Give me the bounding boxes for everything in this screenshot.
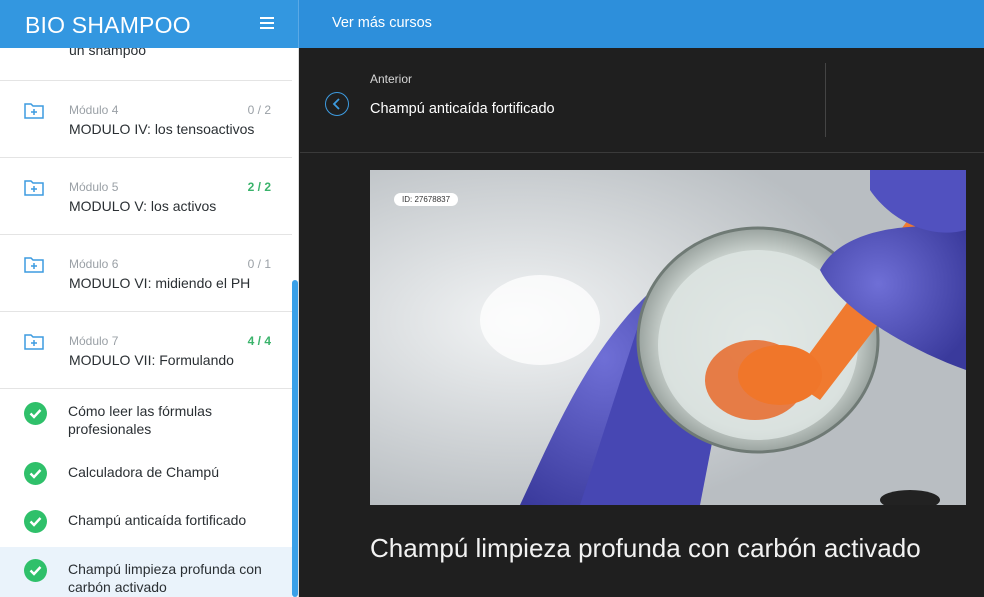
module-partial[interactable]: un shampoo [0,48,292,81]
lesson-title: Champú limpieza profunda con carbón acti… [68,561,262,595]
folder-plus-icon [24,334,44,350]
previous-label: Anterior [370,72,413,86]
module-title: MODULO VII: Formulando [69,352,234,368]
lesson-title: Cómo leer las fórmulas profesionales [68,403,212,437]
lesson-heading: Champú limpieza profunda con carbón acti… [370,533,921,563]
lesson-navigation: Anterior Champú anticaída fortificado [300,48,984,153]
lesson-item[interactable]: Champú anticaída fortificado [0,494,292,547]
module-item-6[interactable]: Módulo 6 0 / 1 MODULO VI: midiendo el PH [0,235,292,312]
video-player[interactable]: ID: 27678837 [370,170,966,505]
check-complete-icon [24,510,47,533]
module-progress: 0 / 2 [247,103,271,117]
previous-lesson-button[interactable] [325,92,349,116]
brand-area: BIO SHAMPOO [0,0,299,48]
video-frame-image [370,170,966,505]
sidebar-scrollbar[interactable] [292,280,298,597]
lesson-title: Champú anticaída fortificado [68,512,247,528]
module-title: MODULO V: los activos [69,198,217,214]
folder-plus-icon [24,180,44,196]
module-label: Módulo 5 [69,180,119,194]
lesson-item[interactable]: Calculadora de Champú [0,446,292,494]
video-id-badge: ID: 27678837 [394,193,459,206]
module-progress: 2 / 2 [247,180,271,194]
check-complete-icon [24,559,47,582]
more-courses-link[interactable]: Ver más cursos [332,15,432,31]
folder-plus-icon [24,257,44,273]
module-item-4[interactable]: Módulo 4 0 / 2 MODULO IV: los tensoactiv… [0,81,292,158]
course-sidebar: un shampoo Módulo 4 0 / 2 MODULO IV: los… [0,48,299,597]
module-item-7[interactable]: Módulo 7 4 / 4 MODULO VII: Formulando [0,312,292,389]
check-complete-icon [24,462,47,485]
lesson-item[interactable]: Cómo leer las fórmulas profesionales [0,390,292,446]
top-bar: BIO SHAMPOO Ver más cursos [0,0,984,48]
module-label: Módulo 4 [69,103,119,117]
hamburger-menu-icon[interactable] [260,17,274,31]
module-title: MODULO IV: los tensoactivos [69,121,255,137]
previous-lesson-title[interactable]: Champú anticaída fortificado [370,101,555,117]
nav-divider [825,63,826,137]
module-progress: 0 / 1 [247,257,271,271]
check-complete-icon [24,402,47,425]
lesson-title: Calculadora de Champú [68,464,219,480]
course-brand-title[interactable]: BIO SHAMPOO [25,12,191,39]
lesson-item-active[interactable]: Champú limpieza profunda con carbón acti… [0,547,292,597]
module-label: Módulo 6 [69,257,119,271]
module-label: Módulo 7 [69,334,119,348]
module-progress: 4 / 4 [247,334,271,348]
folder-plus-icon [24,103,44,119]
chevron-left-icon [332,98,340,110]
module-title: MODULO VI: midiendo el PH [69,275,251,291]
module-item-5[interactable]: Módulo 5 2 / 2 MODULO V: los activos [0,158,292,235]
partial-item-label: un shampoo [69,48,147,58]
